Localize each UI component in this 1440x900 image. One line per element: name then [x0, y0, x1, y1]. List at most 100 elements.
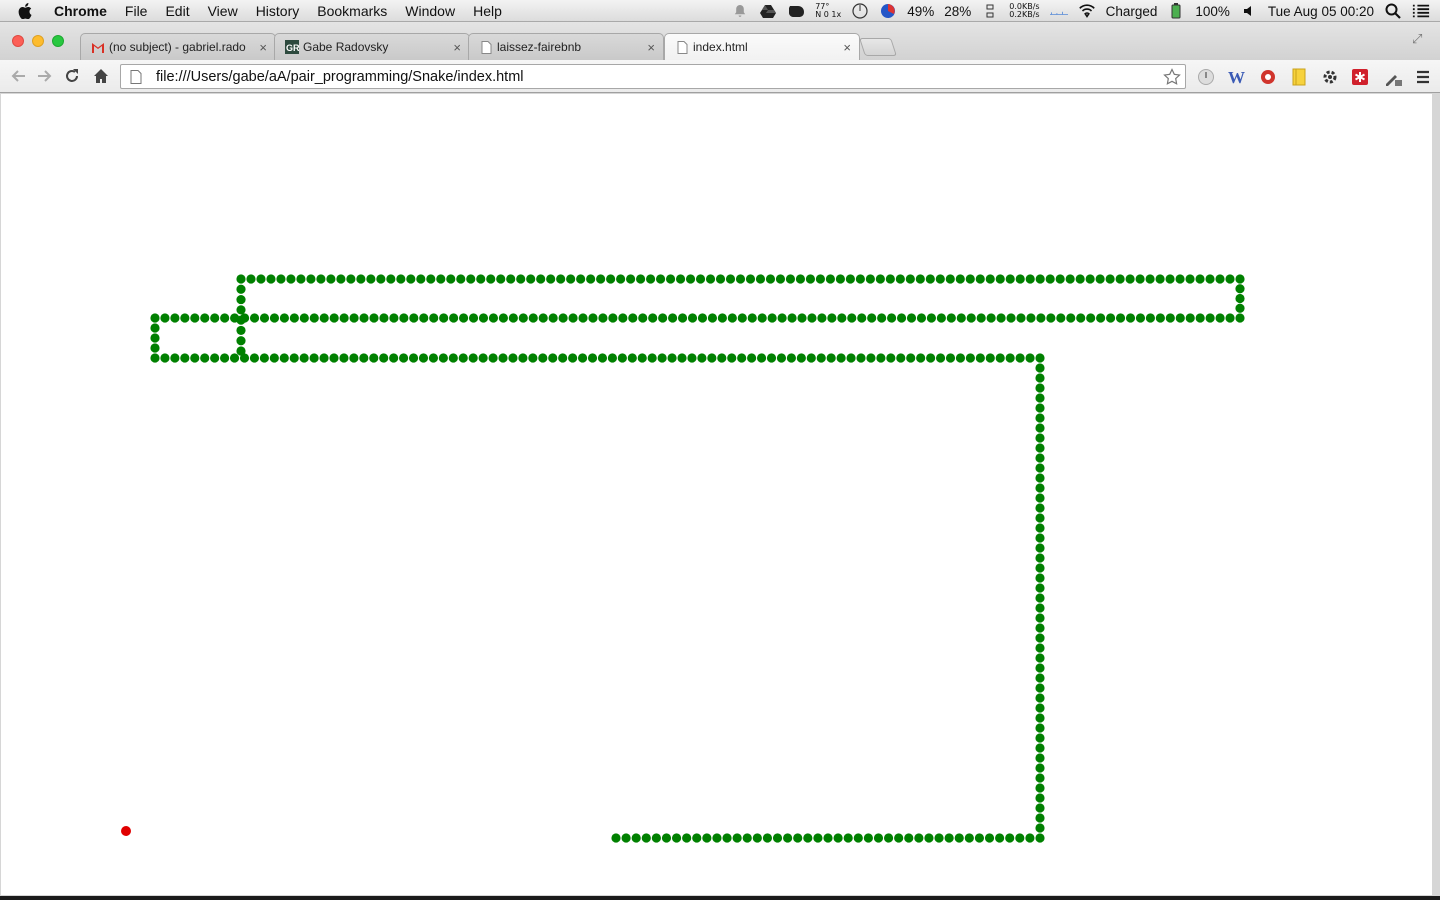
- snake-segment: [906, 353, 916, 363]
- menu-history[interactable]: History: [256, 3, 300, 19]
- menu-bookmarks[interactable]: Bookmarks: [317, 3, 387, 19]
- spotlight-search-icon[interactable]: [1384, 3, 1402, 19]
- snake-segment: [985, 353, 995, 363]
- snake-segment: [855, 274, 865, 284]
- snake-segment: [266, 274, 276, 284]
- snake-segment: [835, 274, 846, 284]
- snake-segment: [210, 353, 220, 363]
- snake-segment: [220, 313, 230, 323]
- snake-segment: [1115, 274, 1125, 284]
- snake-segment: [296, 274, 306, 284]
- snake-segment: [299, 353, 309, 363]
- snake-segment: [1035, 593, 1045, 603]
- extension-settings-icon[interactable]: [1320, 67, 1340, 87]
- chrome-menu-icon[interactable]: [1413, 67, 1433, 87]
- notification-center-icon[interactable]: [1412, 3, 1430, 19]
- snake-segment: [1035, 723, 1045, 733]
- snake-segment: [705, 274, 716, 284]
- snake-segment: [1165, 313, 1175, 323]
- snake-segment: [995, 833, 1005, 843]
- extension-red-asterisk-icon[interactable]: [1350, 67, 1370, 87]
- tab-close-icon[interactable]: ×: [453, 40, 461, 55]
- extension-note-icon[interactable]: [1289, 67, 1309, 87]
- snake-segment: [658, 313, 668, 323]
- tab-index-html[interactable]: index.html ×: [664, 33, 860, 60]
- snake-segment: [914, 833, 924, 843]
- weather-widget[interactable]: 77° N 0 1x: [815, 3, 841, 19]
- food-apple: [121, 826, 131, 836]
- snake-segment: [806, 353, 816, 363]
- window-minimize-button[interactable]: [32, 35, 44, 47]
- memory-pie-icon[interactable]: [879, 3, 897, 19]
- snake-segment: [886, 353, 896, 363]
- snake-segment: [1125, 274, 1135, 284]
- menu-window[interactable]: Window: [405, 3, 455, 19]
- snake-segment: [657, 353, 667, 363]
- snake-segment: [536, 274, 546, 284]
- snake-segment: [1015, 833, 1025, 843]
- new-tab-button[interactable]: [859, 38, 897, 56]
- menu-app-chrome[interactable]: Chrome: [54, 3, 107, 19]
- tab-gabe-radovsky[interactable]: GR Gabe Radovsky ×: [274, 33, 470, 60]
- menu-help[interactable]: Help: [473, 3, 502, 19]
- snake-segment: [438, 353, 448, 363]
- menu-edit[interactable]: Edit: [165, 3, 189, 19]
- menu-file[interactable]: File: [125, 3, 148, 19]
- google-drive-icon[interactable]: [759, 3, 777, 19]
- weather-wind: N 0 1x: [815, 10, 842, 19]
- volume-icon[interactable]: [1240, 3, 1258, 19]
- snake-segment: [170, 353, 180, 363]
- snake-segment: [661, 833, 672, 843]
- notification-bell-icon[interactable]: [731, 3, 749, 19]
- cpu-gauge-icon[interactable]: [851, 3, 869, 19]
- extension-power-icon[interactable]: [1196, 67, 1216, 87]
- snake-segment: [548, 353, 558, 363]
- disk-activity-icon[interactable]: [981, 3, 999, 19]
- cpu-percent: 49%: [907, 3, 935, 19]
- forward-icon[interactable]: [35, 66, 55, 86]
- address-bar[interactable]: file:///Users/gabe/aA/pair_programming/S…: [120, 64, 1186, 89]
- address-url[interactable]: file:///Users/gabe/aA/pair_programming/S…: [156, 69, 524, 85]
- tab-title: index.html: [693, 40, 748, 54]
- window-close-button[interactable]: [12, 35, 24, 47]
- snake-segment: [682, 833, 692, 843]
- home-icon[interactable]: [91, 66, 111, 86]
- wifi-icon[interactable]: [1078, 3, 1096, 19]
- tab-laissez-fairebnb[interactable]: laissez-fairebnb ×: [468, 33, 664, 60]
- back-icon[interactable]: [8, 66, 28, 86]
- extension-gear-red-icon[interactable]: [1258, 67, 1278, 87]
- snake-segment: [466, 274, 476, 284]
- snake-segment: [787, 313, 797, 323]
- window-zoom-button[interactable]: [52, 35, 64, 47]
- tab-close-icon[interactable]: ×: [843, 40, 851, 55]
- game-board: [121, 274, 1245, 843]
- battery-state[interactable]: Charged: [1106, 4, 1158, 19]
- reload-icon[interactable]: [62, 66, 82, 86]
- snake-segment: [675, 274, 686, 284]
- snake-segment: [160, 313, 170, 323]
- snake-segment: [853, 833, 863, 843]
- clock[interactable]: Tue Aug 05 00:20: [1268, 4, 1374, 19]
- snake-segment: [877, 313, 887, 323]
- snake-segment: [259, 313, 270, 323]
- snake-segment: [1155, 313, 1165, 323]
- menu-view[interactable]: View: [208, 3, 238, 19]
- tab-close-icon[interactable]: ×: [259, 40, 267, 55]
- extension-eyedropper-icon[interactable]: [1383, 67, 1403, 87]
- snake-segment: [845, 274, 855, 284]
- tab-gmail[interactable]: (no subject) - gabriel.rado ×: [80, 33, 276, 60]
- snake-segment: [1046, 313, 1056, 323]
- apple-icon[interactable]: [18, 2, 38, 19]
- extension-w-icon[interactable]: W: [1227, 67, 1247, 87]
- snake-segment: [944, 833, 954, 843]
- snake-segment: [538, 313, 548, 323]
- snake-segment: [856, 353, 866, 363]
- battery-icon[interactable]: [1167, 3, 1185, 19]
- fullscreen-icon[interactable]: ⤢: [1412, 31, 1428, 47]
- tab-close-icon[interactable]: ×: [647, 40, 655, 55]
- snake-segment: [715, 274, 726, 284]
- snake-segment: [772, 833, 783, 843]
- snake-segment: [1035, 463, 1045, 473]
- evernote-icon[interactable]: [787, 3, 805, 19]
- bookmark-star-icon[interactable]: [1163, 68, 1181, 86]
